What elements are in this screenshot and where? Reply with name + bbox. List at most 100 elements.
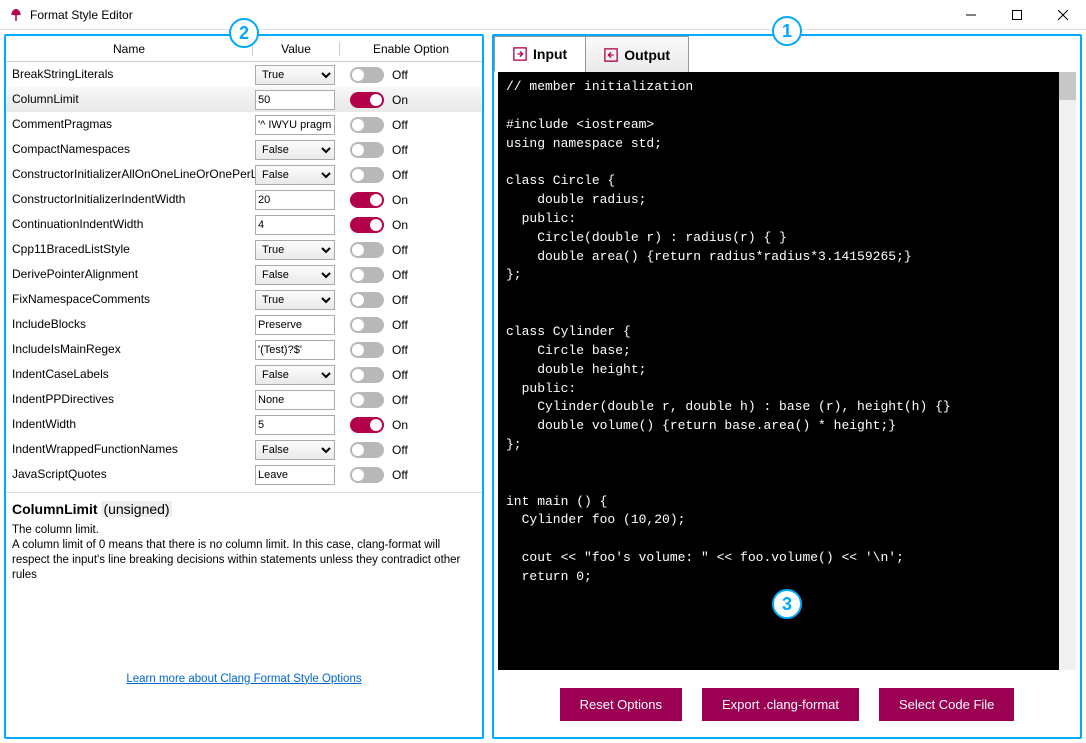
option-value-input[interactable]: False (255, 265, 335, 285)
detail-type: (unsigned) (101, 501, 171, 517)
enable-toggle[interactable] (350, 392, 384, 408)
option-name: ConstructorInitializerIndentWidth (6, 192, 252, 206)
option-value-input[interactable] (255, 340, 335, 360)
learn-link: Learn more about Clang Format Style Opti… (6, 671, 482, 693)
option-name: BreakStringLiterals (6, 67, 252, 81)
enable-toggle[interactable] (350, 267, 384, 283)
enable-toggle[interactable] (350, 92, 384, 108)
export-clang-format-button[interactable]: Export .clang-format (702, 688, 859, 721)
option-value-input[interactable] (255, 215, 335, 235)
option-value-input[interactable] (255, 190, 335, 210)
option-name: CompactNamespaces (6, 142, 252, 156)
option-value-input[interactable] (255, 390, 335, 410)
option-value-input[interactable] (255, 465, 335, 485)
select-code-file-button[interactable]: Select Code File (879, 688, 1014, 721)
option-value-input[interactable]: True (255, 290, 335, 310)
detail-line2: A column limit of 0 means that there is … (12, 538, 476, 583)
input-icon (513, 47, 527, 61)
buttons-row: Reset Options Export .clang-format Selec… (494, 674, 1080, 737)
header-enable: Enable Option (340, 42, 482, 56)
enable-toggle[interactable] (350, 342, 384, 358)
option-name: JavaScriptQuotes (6, 467, 252, 481)
option-value-input[interactable] (255, 315, 335, 335)
header-name: Name (6, 42, 252, 56)
option-value-input[interactable] (255, 115, 335, 135)
callout-3: 3 (772, 589, 802, 619)
minimize-button[interactable] (948, 0, 994, 30)
option-row[interactable]: CommentPragmasOff (6, 112, 482, 137)
enable-label: Off (392, 143, 408, 157)
option-row[interactable]: ConstructorInitializerAllOnOneLineOrOneP… (6, 162, 482, 187)
option-row[interactable]: ColumnLimitOn (6, 87, 482, 112)
enable-toggle[interactable] (350, 367, 384, 383)
enable-toggle[interactable] (350, 117, 384, 133)
tab-input[interactable]: Input (494, 36, 586, 72)
option-value-input[interactable] (255, 90, 335, 110)
option-row[interactable]: FixNamespaceCommentsTrueOff (6, 287, 482, 312)
option-value-input[interactable]: False (255, 140, 335, 160)
enable-toggle[interactable] (350, 317, 384, 333)
enable-label: Off (392, 318, 408, 332)
option-value-input[interactable]: True (255, 65, 335, 85)
detail-line1: The column limit. (12, 523, 476, 538)
reset-options-button[interactable]: Reset Options (560, 688, 682, 721)
enable-toggle[interactable] (350, 217, 384, 233)
option-value-input[interactable]: False (255, 165, 335, 185)
options-list[interactable]: BreakStringLiteralsTrueOffColumnLimitOnC… (6, 62, 482, 492)
enable-label: Off (392, 243, 408, 257)
code-scrollbar[interactable] (1059, 72, 1076, 670)
option-name: Cpp11BracedListStyle (6, 242, 252, 256)
option-row[interactable]: IncludeBlocks Off (6, 312, 482, 337)
enable-toggle[interactable] (350, 242, 384, 258)
option-row[interactable]: Cpp11BracedListStyleTrue Off (6, 237, 482, 262)
enable-label: On (392, 193, 408, 207)
detail-panel: ColumnLimit (unsigned) The column limit.… (6, 492, 482, 591)
app-icon (8, 7, 24, 23)
code-editor[interactable]: // member initialization #include <iostr… (498, 72, 1076, 670)
option-value-input[interactable]: False (255, 365, 335, 385)
enable-label: Off (392, 268, 408, 282)
enable-label: Off (392, 468, 408, 482)
enable-label: Off (392, 368, 408, 382)
option-value-input[interactable]: True (255, 240, 335, 260)
callout-1: 1 (772, 16, 802, 46)
option-name: FixNamespaceComments (6, 292, 252, 306)
option-row[interactable]: IndentWrappedFunctionNamesFalseOff (6, 437, 482, 462)
option-row[interactable]: CompactNamespacesFalse Off (6, 137, 482, 162)
option-name: ContinuationIndentWidth (6, 217, 252, 231)
tab-output-label: Output (624, 47, 670, 63)
titlebar: Format Style Editor (0, 0, 1086, 30)
option-row[interactable]: ConstructorInitializerIndentWidth On (6, 187, 482, 212)
option-name: IndentCaseLabels (6, 367, 252, 381)
option-row[interactable]: BreakStringLiteralsTrueOff (6, 62, 482, 87)
option-row[interactable]: IndentPPDirectivesOff (6, 387, 482, 412)
enable-toggle[interactable] (350, 142, 384, 158)
enable-toggle[interactable] (350, 442, 384, 458)
option-value-input[interactable] (255, 415, 335, 435)
enable-toggle[interactable] (350, 292, 384, 308)
option-name: ColumnLimit (6, 92, 252, 106)
option-row[interactable]: DerivePointerAlignmentFalseOff (6, 262, 482, 287)
option-row[interactable]: ContinuationIndentWidthOn (6, 212, 482, 237)
option-name: IncludeBlocks (6, 317, 252, 331)
maximize-button[interactable] (994, 0, 1040, 30)
learn-more-link[interactable]: Learn more about Clang Format Style Opti… (126, 673, 361, 685)
callout-2: 2 (229, 18, 259, 48)
option-row[interactable]: IncludeIsMainRegexOff (6, 337, 482, 362)
enable-toggle[interactable] (350, 417, 384, 433)
close-button[interactable] (1040, 0, 1086, 30)
enable-toggle[interactable] (350, 467, 384, 483)
tab-output[interactable]: Output (585, 36, 689, 72)
enable-toggle[interactable] (350, 67, 384, 83)
option-row[interactable]: IndentWidthOn (6, 412, 482, 437)
header-value: Value (252, 42, 340, 56)
option-name: CommentPragmas (6, 117, 252, 131)
option-name: IndentPPDirectives (6, 392, 252, 406)
option-name: IndentWrappedFunctionNames (6, 442, 252, 456)
enable-toggle[interactable] (350, 192, 384, 208)
option-row[interactable]: JavaScriptQuotes Off (6, 462, 482, 487)
option-row[interactable]: IndentCaseLabelsFalse Off (6, 362, 482, 387)
option-name: IndentWidth (6, 417, 252, 431)
option-value-input[interactable]: False (255, 440, 335, 460)
enable-toggle[interactable] (350, 167, 384, 183)
